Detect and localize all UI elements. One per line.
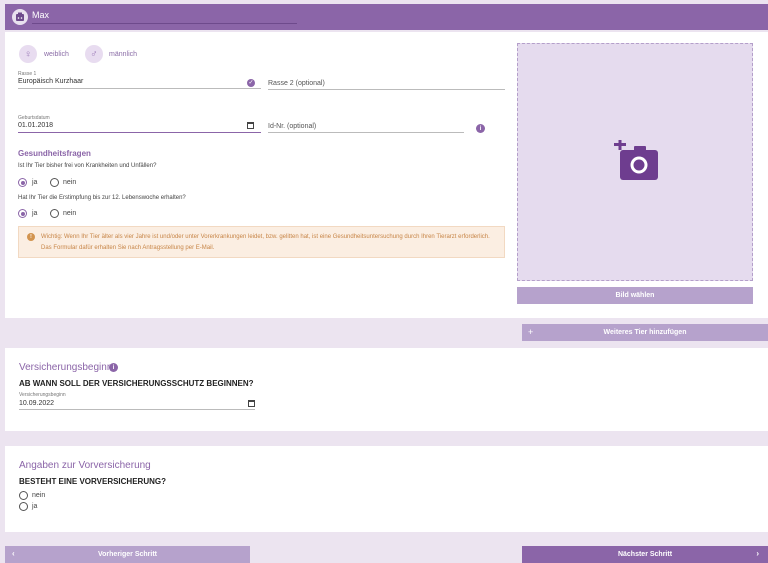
q2-radio-yes-label[interactable]: ja bbox=[32, 210, 37, 217]
next-step-button[interactable]: Nächster Schritt › bbox=[522, 546, 768, 563]
add-pet-label: Weiteres Tier hinzufügen bbox=[603, 329, 687, 336]
choose-image-button[interactable]: Bild wählen bbox=[517, 287, 753, 304]
calendar-icon[interactable] bbox=[247, 122, 254, 129]
q1-radio-no[interactable] bbox=[50, 178, 59, 187]
female-icon[interactable]: ♀ bbox=[19, 45, 37, 63]
calendar-icon[interactable] bbox=[248, 400, 255, 407]
plus-icon: + bbox=[528, 327, 534, 337]
id-number-info-icon[interactable]: i bbox=[476, 124, 485, 133]
chevron-right-icon: › bbox=[756, 549, 759, 558]
pet-name-underline bbox=[32, 23, 297, 24]
breed2-field[interactable]: Rasse 2 (optional) bbox=[268, 80, 325, 87]
breed1-underline bbox=[18, 88, 261, 89]
prior-insurance-radio-no[interactable] bbox=[19, 491, 28, 500]
health-section-title: Gesundheitsfragen bbox=[18, 149, 91, 158]
health-question-2: Hat Ihr Tier die Erstimpfung bis zur 12.… bbox=[18, 195, 186, 201]
insurance-start-card: Versicherungsbeginn i AB WANN SOLL DER V… bbox=[5, 348, 768, 431]
insurance-start-underline bbox=[19, 409, 255, 410]
prior-insurance-card: Angaben zur Vorversicherung BESTEHT EINE… bbox=[5, 446, 768, 532]
prior-insurance-yes-label[interactable]: ja bbox=[32, 503, 37, 510]
q2-radio-no-label[interactable]: nein bbox=[63, 210, 76, 217]
breed1-label: Rasse 1 bbox=[18, 71, 37, 77]
photo-dropzone[interactable] bbox=[517, 43, 753, 281]
pet-header-bar: Max bbox=[5, 4, 768, 30]
q1-radio-no-label[interactable]: nein bbox=[63, 179, 76, 186]
insurance-start-field[interactable]: 10.09.2022 bbox=[19, 400, 54, 407]
q2-radio-yes[interactable] bbox=[18, 209, 27, 218]
health-warning-box: ! Wichtig: Wenn Ihr Tier älter als vier … bbox=[18, 226, 505, 258]
breed2-underline bbox=[268, 89, 505, 90]
insurance-start-info-icon[interactable]: i bbox=[109, 363, 118, 372]
q2-radio-no[interactable] bbox=[50, 209, 59, 218]
prior-insurance-radio-yes[interactable] bbox=[19, 502, 28, 511]
add-photo-icon bbox=[614, 140, 658, 180]
breed1-valid-check-icon: ✓ bbox=[247, 79, 255, 87]
pet-details-card: ♀ weiblich ♂ männlich Rasse 1 Europäisch… bbox=[5, 32, 768, 318]
insurance-start-field-label: Versicherungsbeginn bbox=[19, 392, 66, 398]
pet-avatar-badge bbox=[12, 9, 28, 25]
prior-insurance-no-label[interactable]: nein bbox=[32, 492, 45, 499]
birthdate-field[interactable]: 01.01.2018 bbox=[18, 122, 53, 129]
insurance-start-question: AB WANN SOLL DER VERSICHERUNGSSCHUTZ BEG… bbox=[19, 379, 254, 388]
warning-text: Wichtig: Wenn Ihr Tier älter als vier Ja… bbox=[41, 234, 490, 251]
add-pet-button[interactable]: + Weiteres Tier hinzufügen bbox=[522, 324, 768, 341]
prior-insurance-title: Angaben zur Vorversicherung bbox=[19, 460, 151, 471]
birthdate-label: Geburtsdatum bbox=[18, 115, 50, 121]
insurance-start-title: Versicherungsbeginn bbox=[19, 362, 113, 373]
q1-radio-yes[interactable] bbox=[18, 178, 27, 187]
warning-info-icon: ! bbox=[27, 233, 35, 241]
breed1-field[interactable]: Europäisch Kurzhaar bbox=[18, 78, 83, 85]
previous-step-button[interactable]: ‹ Vorheriger Schritt bbox=[5, 546, 250, 563]
birthdate-underline bbox=[18, 132, 261, 133]
pet-name-input[interactable]: Max bbox=[32, 10, 49, 20]
pet-carrier-icon bbox=[16, 12, 24, 21]
id-number-underline bbox=[268, 132, 464, 133]
next-step-label: Nächster Schritt bbox=[617, 551, 673, 558]
male-icon[interactable]: ♂ bbox=[85, 45, 103, 63]
prior-insurance-question: BESTEHT EINE VORVERSICHERUNG? bbox=[19, 477, 166, 486]
health-question-1: Ist Ihr Tier bisher frei von Krankheiten… bbox=[18, 163, 157, 169]
previous-step-label: Vorheriger Schritt bbox=[98, 551, 157, 558]
chevron-left-icon: ‹ bbox=[12, 549, 15, 558]
gender-male-option[interactable]: männlich bbox=[109, 51, 137, 58]
q1-radio-yes-label[interactable]: ja bbox=[32, 179, 37, 186]
gender-female-option[interactable]: weiblich bbox=[44, 51, 69, 58]
id-number-field[interactable]: Id-Nr. (optional) bbox=[268, 123, 316, 130]
